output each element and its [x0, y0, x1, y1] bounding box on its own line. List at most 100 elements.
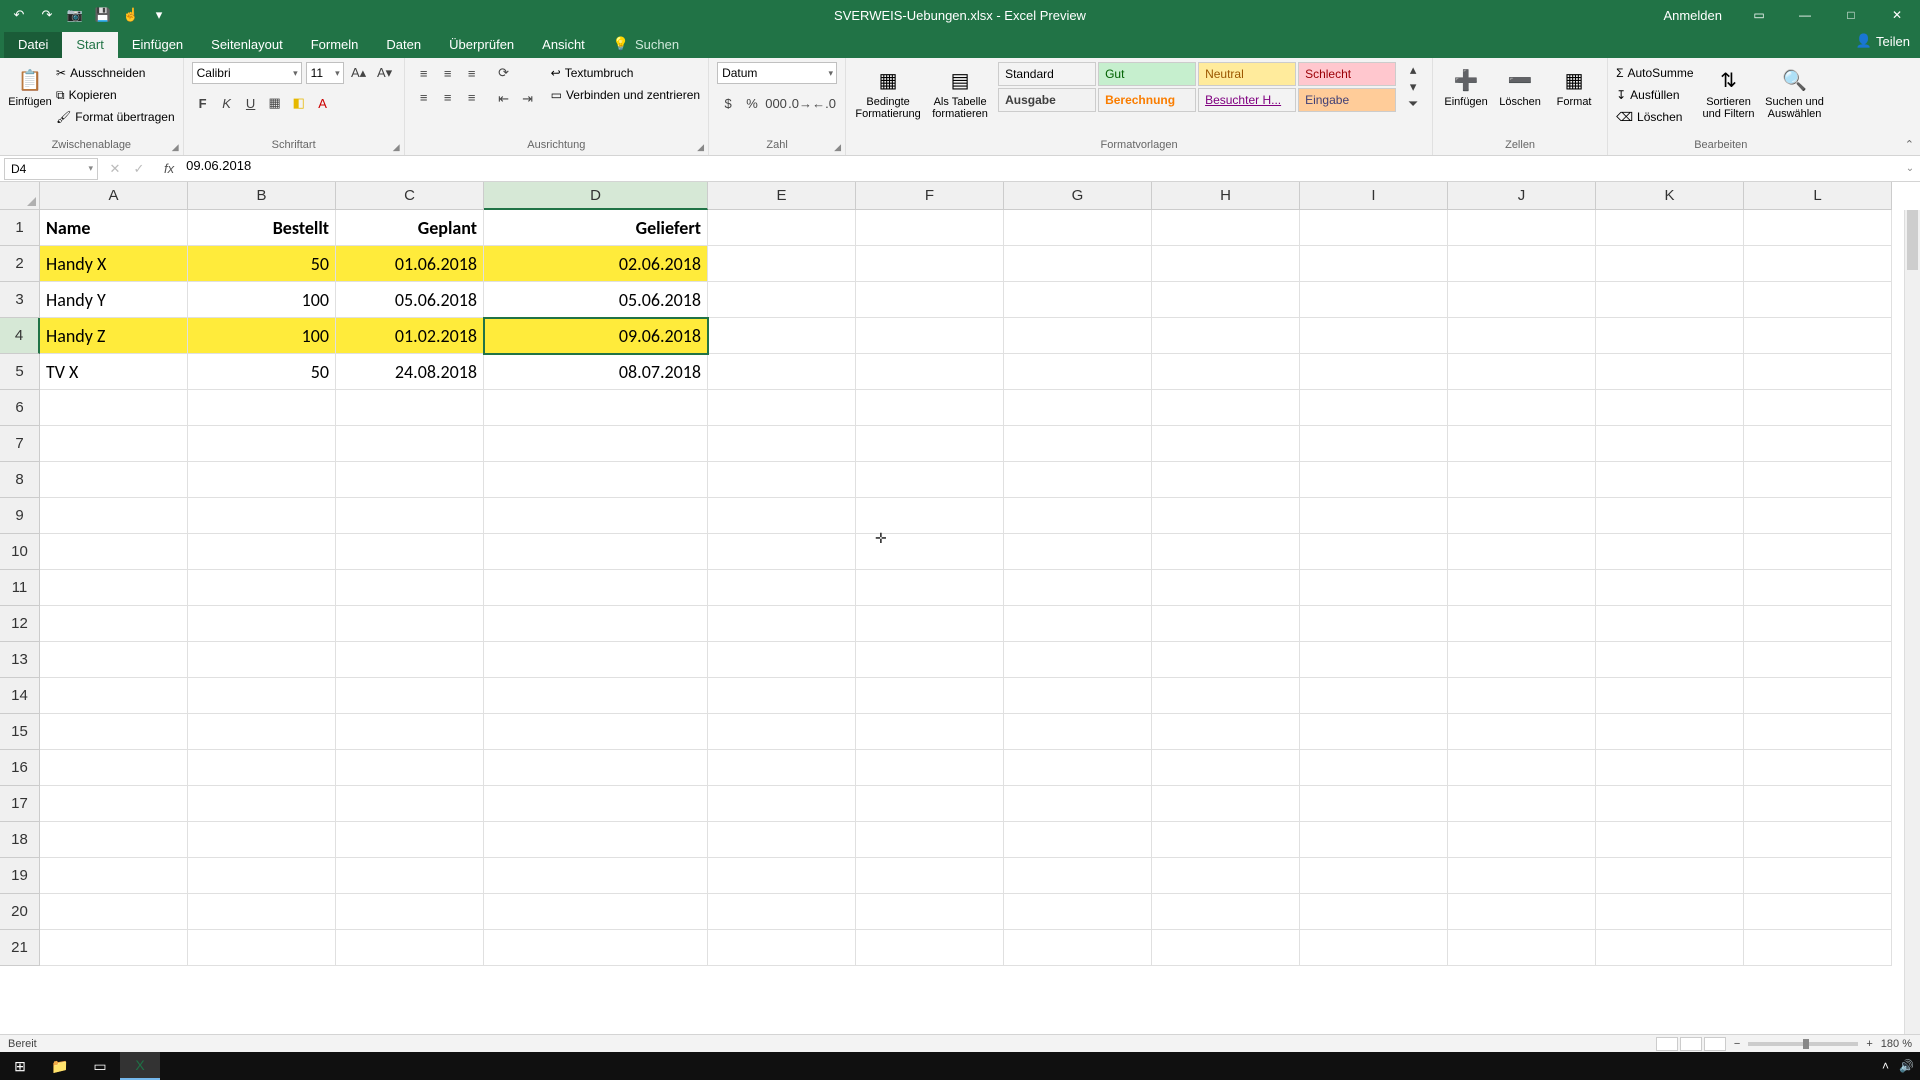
- row-header-5[interactable]: 5: [0, 354, 40, 390]
- cell-B15[interactable]: [188, 714, 336, 750]
- cell-A3[interactable]: Handy Y: [40, 282, 188, 318]
- row-header-1[interactable]: 1: [0, 210, 40, 246]
- cell-H11[interactable]: [1152, 570, 1300, 606]
- sort-filter-button[interactable]: ⇅Sortieren und Filtern: [1698, 62, 1760, 132]
- cell-E2[interactable]: [708, 246, 856, 282]
- row-header-21[interactable]: 21: [0, 930, 40, 966]
- cell-B16[interactable]: [188, 750, 336, 786]
- cell-G17[interactable]: [1004, 786, 1152, 822]
- cell-H14[interactable]: [1152, 678, 1300, 714]
- format-as-table-button[interactable]: ▤Als Tabelle formatieren: [926, 62, 994, 132]
- cell-C15[interactable]: [336, 714, 484, 750]
- cell-I19[interactable]: [1300, 858, 1448, 894]
- cell-A20[interactable]: [40, 894, 188, 930]
- qat-customize-button[interactable]: ▾: [148, 4, 170, 26]
- cell-A16[interactable]: [40, 750, 188, 786]
- cell-J3[interactable]: [1448, 282, 1596, 318]
- cell-I8[interactable]: [1300, 462, 1448, 498]
- cell-F2[interactable]: [856, 246, 1004, 282]
- cell-K4[interactable]: [1596, 318, 1744, 354]
- zoom-slider[interactable]: [1748, 1042, 1858, 1046]
- cell-F3[interactable]: [856, 282, 1004, 318]
- cell-L4[interactable]: [1744, 318, 1892, 354]
- cell-E4[interactable]: [708, 318, 856, 354]
- maximize-button[interactable]: □: [1828, 0, 1874, 30]
- cell-B18[interactable]: [188, 822, 336, 858]
- column-header-I[interactable]: I: [1300, 182, 1448, 210]
- paste-button[interactable]: 📋 Einfügen: [8, 62, 52, 132]
- cell-F17[interactable]: [856, 786, 1004, 822]
- cell-J1[interactable]: [1448, 210, 1596, 246]
- cell-L8[interactable]: [1744, 462, 1892, 498]
- cell-J5[interactable]: [1448, 354, 1596, 390]
- cell-L13[interactable]: [1744, 642, 1892, 678]
- zoom-in-button[interactable]: +: [1866, 1038, 1872, 1050]
- column-header-E[interactable]: E: [708, 182, 856, 210]
- cell-F7[interactable]: [856, 426, 1004, 462]
- cell-C21[interactable]: [336, 930, 484, 966]
- cell-L17[interactable]: [1744, 786, 1892, 822]
- cell-G14[interactable]: [1004, 678, 1152, 714]
- cell-J17[interactable]: [1448, 786, 1596, 822]
- task-view-button[interactable]: ▭: [80, 1052, 120, 1080]
- cell-E13[interactable]: [708, 642, 856, 678]
- cell-K13[interactable]: [1596, 642, 1744, 678]
- cell-A18[interactable]: [40, 822, 188, 858]
- cell-C5[interactable]: 24.08.2018: [336, 354, 484, 390]
- cell-E8[interactable]: [708, 462, 856, 498]
- cell-H12[interactable]: [1152, 606, 1300, 642]
- cell-A21[interactable]: [40, 930, 188, 966]
- cell-J20[interactable]: [1448, 894, 1596, 930]
- cell-G3[interactable]: [1004, 282, 1152, 318]
- cell-K1[interactable]: [1596, 210, 1744, 246]
- volume-icon[interactable]: 🔊: [1899, 1059, 1914, 1073]
- column-header-H[interactable]: H: [1152, 182, 1300, 210]
- cell-E20[interactable]: [708, 894, 856, 930]
- style-gallery-more[interactable]: ⏷: [1402, 95, 1424, 112]
- row-header-4[interactable]: 4: [0, 318, 40, 354]
- cell-E3[interactable]: [708, 282, 856, 318]
- italic-button[interactable]: K: [216, 92, 238, 114]
- cell-G15[interactable]: [1004, 714, 1152, 750]
- cell-J14[interactable]: [1448, 678, 1596, 714]
- cell-G6[interactable]: [1004, 390, 1152, 426]
- style-besuchter[interactable]: Besuchter H...: [1198, 88, 1296, 112]
- tab-home[interactable]: Start: [62, 32, 117, 58]
- cell-L20[interactable]: [1744, 894, 1892, 930]
- column-header-A[interactable]: A: [40, 182, 188, 210]
- cell-L6[interactable]: [1744, 390, 1892, 426]
- cell-A6[interactable]: [40, 390, 188, 426]
- cell-G4[interactable]: [1004, 318, 1152, 354]
- column-header-K[interactable]: K: [1596, 182, 1744, 210]
- row-header-16[interactable]: 16: [0, 750, 40, 786]
- cell-K12[interactable]: [1596, 606, 1744, 642]
- cell-K17[interactable]: [1596, 786, 1744, 822]
- cell-K9[interactable]: [1596, 498, 1744, 534]
- cell-C2[interactable]: 01.06.2018: [336, 246, 484, 282]
- insert-cells-button[interactable]: ➕Einfügen: [1441, 62, 1491, 132]
- undo-button[interactable]: ↶: [8, 4, 30, 26]
- cell-A12[interactable]: [40, 606, 188, 642]
- cell-B13[interactable]: [188, 642, 336, 678]
- cell-D11[interactable]: [484, 570, 708, 606]
- cell-I1[interactable]: [1300, 210, 1448, 246]
- cell-H16[interactable]: [1152, 750, 1300, 786]
- row-header-18[interactable]: 18: [0, 822, 40, 858]
- clipboard-launcher[interactable]: ◢: [172, 142, 179, 153]
- cell-F21[interactable]: [856, 930, 1004, 966]
- cell-A14[interactable]: [40, 678, 188, 714]
- border-button[interactable]: ▦: [264, 92, 286, 114]
- cell-F6[interactable]: [856, 390, 1004, 426]
- cell-L1[interactable]: [1744, 210, 1892, 246]
- cell-H9[interactable]: [1152, 498, 1300, 534]
- cell-L15[interactable]: [1744, 714, 1892, 750]
- save-button[interactable]: 💾: [92, 4, 114, 26]
- cell-L9[interactable]: [1744, 498, 1892, 534]
- cell-I15[interactable]: [1300, 714, 1448, 750]
- tab-insert[interactable]: Einfügen: [118, 32, 197, 58]
- cell-K16[interactable]: [1596, 750, 1744, 786]
- cell-J7[interactable]: [1448, 426, 1596, 462]
- cell-K2[interactable]: [1596, 246, 1744, 282]
- align-bottom-button[interactable]: ≡: [461, 62, 483, 84]
- cell-I12[interactable]: [1300, 606, 1448, 642]
